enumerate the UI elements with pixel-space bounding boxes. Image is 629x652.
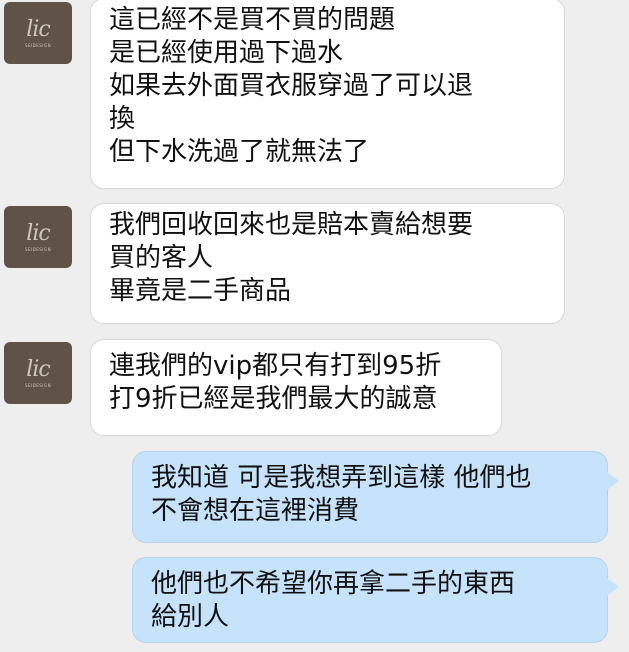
brand-subtext: SEIDESIGN bbox=[24, 382, 52, 388]
message-line: 是已經使用過下過水 bbox=[109, 38, 344, 68]
message-line: 買的客人 bbox=[109, 243, 214, 273]
message-line: 不會想在這裡消費 bbox=[151, 496, 360, 526]
message-line: 他們也不希望你再拿二手的東西 bbox=[151, 569, 516, 599]
message-line: 給別人 bbox=[151, 602, 230, 632]
outgoing-message-bubble[interactable]: 我知道 可是我想弄到這樣 他們也 不會想在這裡消費 bbox=[132, 451, 608, 543]
message-line: 我知道 可是我想弄到這樣 他們也 bbox=[151, 463, 532, 493]
message-line: 換 bbox=[109, 104, 136, 134]
message-line: 但下水洗過了就無法了 bbox=[109, 137, 370, 167]
brand-logo: lic bbox=[26, 220, 50, 246]
bubble-tail bbox=[607, 472, 619, 490]
brand-logo: lic bbox=[26, 356, 50, 382]
sender-avatar[interactable]: lic SEIDESIGN bbox=[4, 2, 72, 64]
incoming-message-bubble[interactable]: 這已經不是買不買的問題 是已經使用過下過水 如果去外面買衣服穿過了可以退 換 但… bbox=[90, 0, 565, 189]
bubble-tail bbox=[607, 578, 619, 596]
brand-subtext: SEIDESIGN bbox=[24, 42, 52, 48]
sender-avatar[interactable]: lic SEIDESIGN bbox=[4, 206, 72, 268]
outgoing-message-bubble[interactable]: 他們也不希望你再拿二手的東西 給別人 bbox=[132, 557, 608, 643]
message-line: 打9折已經是我們最大的誠意 bbox=[109, 384, 438, 414]
incoming-message-bubble[interactable]: 連我們的vip都只有打到95折 打9折已經是我們最大的誠意 bbox=[90, 339, 502, 436]
message-line: 這已經不是買不買的問題 bbox=[109, 5, 396, 35]
message-line: 連我們的vip都只有打到95折 bbox=[109, 351, 442, 381]
brand-subtext: SEIDESIGN bbox=[24, 246, 52, 252]
message-line: 我們回收回來也是賠本賣給想要 bbox=[109, 210, 474, 240]
sender-avatar[interactable]: lic SEIDESIGN bbox=[4, 342, 72, 404]
message-line: 畢竟是二手商品 bbox=[109, 276, 292, 306]
message-line: 如果去外面買衣服穿過了可以退 bbox=[109, 71, 474, 101]
incoming-message-bubble[interactable]: 我們回收回來也是賠本賣給想要 買的客人 畢竟是二手商品 bbox=[90, 203, 565, 324]
brand-logo: lic bbox=[26, 16, 50, 42]
